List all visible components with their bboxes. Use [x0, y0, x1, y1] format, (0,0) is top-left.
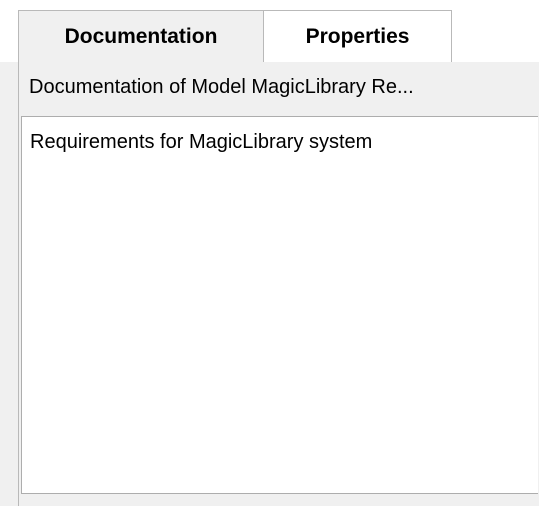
documentation-panel: Documentation Properties Documentation o… — [0, 0, 539, 506]
tab-documentation[interactable]: Documentation — [18, 10, 264, 62]
documentation-text[interactable]: Requirements for MagicLibrary system — [30, 131, 372, 154]
documentation-body: Documentation of Model MagicLibrary Re..… — [18, 62, 539, 506]
tab-properties[interactable]: Properties — [264, 10, 452, 62]
tab-properties-label: Properties — [305, 24, 410, 48]
documentation-header: Documentation of Model MagicLibrary Re..… — [29, 76, 414, 98]
tab-documentation-label: Documentation — [64, 24, 218, 48]
documentation-editor[interactable]: Requirements for MagicLibrary system — [21, 116, 538, 494]
tab-bar: Documentation Properties — [0, 0, 539, 62]
